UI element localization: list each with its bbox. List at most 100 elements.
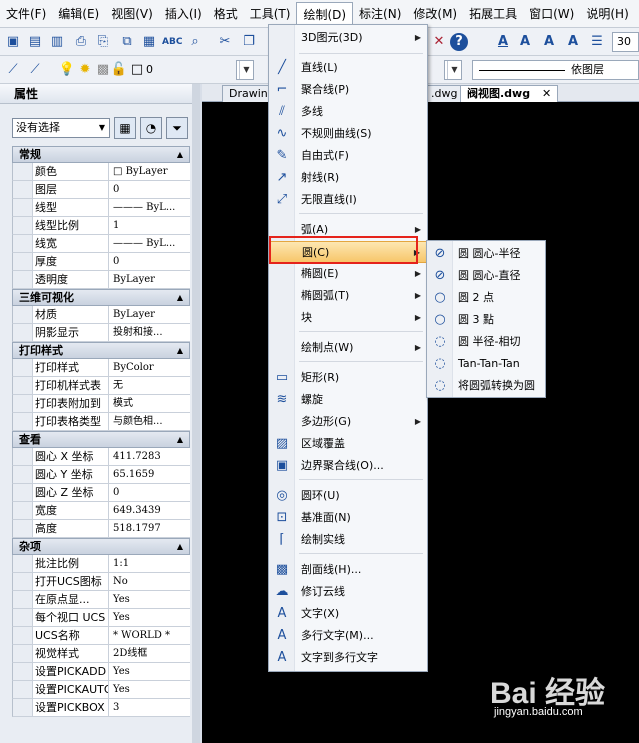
property-row[interactable]: 视觉样式 2D线框 [12, 645, 190, 663]
open-icon[interactable]: ▣ [4, 33, 22, 51]
text-justify-icon[interactable]: A [564, 33, 582, 51]
print-icon[interactable]: ⎙ [72, 33, 90, 51]
property-row[interactable]: 设置PICKADD Yes [12, 663, 190, 681]
circle-submenu-item[interactable]: ◌ Tan-Tan-Tan [427, 353, 545, 375]
property-row[interactable]: 打印表附加到 模式 [12, 395, 190, 413]
property-row[interactable]: 批注比例 1:1 [12, 555, 190, 573]
property-value[interactable]: No [109, 573, 190, 590]
selection-combo[interactable]: 没有选择 ▼ [12, 118, 110, 138]
collapse-icon[interactable]: ▲ [177, 539, 183, 554]
property-row[interactable]: 高度 518.1797 [12, 520, 190, 538]
draw-menu-item[interactable]: 椭圆(E) ▶ [269, 263, 427, 285]
section-header[interactable]: 常规 ▲ [12, 146, 190, 163]
circle-submenu-item[interactable]: ◌ 将圆弧转换为圆 [427, 375, 545, 397]
property-value[interactable]: ——— ByL... [109, 235, 190, 252]
properties-icon[interactable]: ☰ [588, 33, 606, 51]
section-header[interactable]: 打印样式 ▲ [12, 342, 190, 359]
publish-icon[interactable]: ⧉ [118, 33, 136, 51]
property-value[interactable]: 1:1 [109, 555, 190, 572]
draw-menu-item[interactable]: ⤢ 无限直线(I) [269, 189, 427, 211]
property-value[interactable]: 0 [109, 484, 190, 501]
property-value[interactable]: 411.7283 [109, 448, 190, 465]
layer-dropdown[interactable]: ▼ [236, 60, 254, 80]
draw-menu-item[interactable]: 3D图元(3D) ▶ [269, 27, 427, 49]
menu-view[interactable]: 视图(V) [105, 2, 159, 26]
draw-menu-item[interactable]: 椭圆弧(T) ▶ [269, 285, 427, 307]
properties-scrollbar[interactable] [192, 84, 200, 743]
menu-file[interactable]: 文件(F) [0, 2, 52, 26]
property-value[interactable]: 模式 [109, 395, 190, 412]
property-value[interactable]: 与颜色相... [109, 413, 190, 430]
draw-menu-item[interactable]: ⫽ 多线 [269, 101, 427, 123]
draw-menu-item[interactable]: ✎ 自由式(F) [269, 145, 427, 167]
draw-menu-item[interactable]: ▨ 区域覆盖 [269, 433, 427, 455]
layer-lock-icon[interactable]: 🔓 [110, 61, 128, 79]
help-icon[interactable]: ? [450, 33, 468, 51]
property-row[interactable]: 打印样式 ByColor [12, 359, 190, 377]
section-header[interactable]: 三维可视化 ▲ [12, 289, 190, 306]
property-row[interactable]: 设置PICKBOX 3 [12, 699, 190, 717]
draw-menu-item[interactable]: ∿ 不规则曲线(S) [269, 123, 427, 145]
collapse-icon[interactable]: ▲ [177, 432, 183, 447]
menu-extension-tools[interactable]: 拓展工具 [463, 2, 523, 26]
menu-format[interactable]: 格式 [208, 2, 244, 26]
property-row[interactable]: 圆心 Y 坐标 65.1659 [12, 466, 190, 484]
menu-edit[interactable]: 编辑(E) [52, 2, 105, 26]
draw-menu-item[interactable]: A 多行文字(M)... [269, 625, 427, 647]
section-header[interactable]: 查看 ▲ [12, 431, 190, 448]
property-value[interactable]: ByLayer [109, 271, 190, 288]
property-row[interactable]: 线型 ——— ByL... [12, 199, 190, 217]
property-row[interactable]: 设置PICKAUTO Yes [12, 681, 190, 699]
filter-button[interactable]: ⏷ [166, 117, 188, 139]
text-style-icon[interactable]: A [494, 33, 512, 51]
property-row[interactable]: 图层 0 [12, 181, 190, 199]
property-row[interactable]: 颜色 □ ByLayer [12, 163, 190, 181]
text-scale-icon[interactable]: A [540, 33, 558, 51]
copy-icon[interactable]: ❐ [240, 33, 258, 51]
menu-tools[interactable]: 工具(T) [244, 2, 297, 26]
circle-submenu-item[interactable]: ⊘ 圆 圆心-半径 [427, 243, 545, 265]
draw-menu-item[interactable]: 块 ▶ [269, 307, 427, 329]
draw-menu-item[interactable]: 绘制点(W) ▶ [269, 337, 427, 359]
property-value[interactable]: □ ByLayer [109, 163, 190, 180]
property-value[interactable]: 0 [109, 181, 190, 198]
section-header[interactable]: 杂项 ▲ [12, 538, 190, 555]
property-value[interactable]: ByColor [109, 359, 190, 376]
draw-menu-item[interactable]: ╱ 直线(L) [269, 57, 427, 79]
draw-menu-item[interactable]: ▣ 边界聚合线(O)... [269, 455, 427, 477]
page-setup-icon[interactable]: ▦ [140, 33, 158, 51]
menu-window[interactable]: 窗口(W) [523, 2, 580, 26]
draw-menu-item[interactable]: ☁ 修订云线 [269, 581, 427, 603]
property-row[interactable]: 打开UCS图标 No [12, 573, 190, 591]
circle-submenu-item[interactable]: ⊘ 圆 圆心-直径 [427, 265, 545, 287]
property-value[interactable]: 0 [109, 253, 190, 270]
menu-help[interactable]: 说明(H) [580, 2, 634, 26]
select-objects-button[interactable]: ▦ [114, 117, 136, 139]
menu-modify[interactable]: 修改(M) [407, 2, 463, 26]
text-edit-icon[interactable]: A [516, 33, 534, 51]
layer-on-icon[interactable]: 💡 [58, 61, 76, 79]
draw-menu-item[interactable]: ◎ 圆环(U) [269, 485, 427, 507]
collapse-icon[interactable]: ▲ [177, 343, 183, 358]
color-dropdown[interactable]: ▼ [444, 60, 462, 80]
layer-manager-icon[interactable]: ⟋ [4, 61, 22, 79]
draw-menu-item[interactable]: ▭ 矩形(R) [269, 367, 427, 389]
draw-menu-item[interactable]: ⊡ 基准面(N) [269, 507, 427, 529]
close-icon[interactable]: ✕ [542, 87, 551, 100]
property-row[interactable]: 材质 ByLayer [12, 306, 190, 324]
draw-menu-item[interactable]: ▩ 剖面线(H)... [269, 559, 427, 581]
property-row[interactable]: UCS名称 * WORLD * [12, 627, 190, 645]
collapse-icon[interactable]: ▲ [177, 147, 183, 162]
save-as-icon[interactable]: ▥ [48, 33, 66, 51]
menu-draw[interactable]: 绘制(D) [296, 1, 354, 26]
cut-icon[interactable]: ✂ [216, 33, 234, 51]
circle-submenu-item[interactable]: ◌ 圆 半径-相切 [427, 331, 545, 353]
find-icon[interactable]: ⌕ [186, 33, 204, 51]
print-preview-icon[interactable]: ⎘ [94, 33, 112, 51]
property-row[interactable]: 宽度 649.3439 [12, 502, 190, 520]
linetype-combo[interactable]: 依图层 [472, 60, 639, 80]
property-row[interactable]: 阴影显示 投射和接... [12, 324, 190, 342]
draw-menu-item[interactable]: ≋ 螺旋 [269, 389, 427, 411]
draw-menu-item[interactable]: A 文字到多行文字 [269, 647, 427, 669]
property-value[interactable]: 投射和接... [109, 324, 190, 341]
